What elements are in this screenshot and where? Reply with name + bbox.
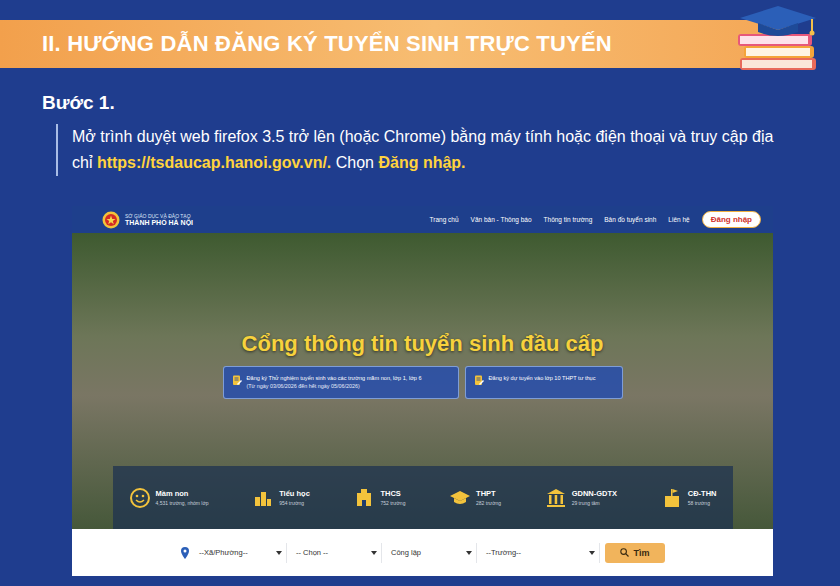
level-count: 282 trường — [476, 500, 501, 506]
nav-link[interactable]: Trang chủ — [430, 216, 459, 223]
site-logo[interactable]: SỞ GIÁO DỤC VÀ ĐÀO TẠOTHÀNH PHỐ HÀ NỘI — [102, 211, 193, 229]
nav-link[interactable]: Liên hệ — [668, 216, 689, 223]
step-text-part: Đăng nhập. — [378, 154, 465, 171]
card-title: Đăng ký Thử nghiệm tuyển sinh vào các tr… — [247, 375, 422, 383]
level-count: 29 trung tâm — [572, 500, 617, 506]
school-level[interactable]: Mầm non 4,531 trường, nhóm lớp — [129, 487, 209, 509]
level-name: THPT — [476, 489, 501, 498]
location-pin-icon — [180, 547, 190, 559]
document-icon — [474, 375, 484, 386]
level-count: 4,531 trường, nhóm lớp — [156, 500, 209, 506]
emblem-icon — [102, 211, 120, 229]
school-level-icon — [252, 487, 274, 509]
level-name: Tiểu học — [279, 489, 310, 498]
level-count: 954 trường — [279, 500, 310, 506]
magnifier-icon — [620, 548, 629, 557]
school-level-icon — [129, 487, 151, 509]
register-card[interactable]: Đăng ký dự tuyển vào lớp 10 THPT tư thục — [465, 366, 623, 399]
step-text-part: https://tsdaucap.hanoi.gov.vn/. — [97, 154, 331, 171]
register-card[interactable]: Đăng ký Thử nghiệm tuyển sinh vào các tr… — [223, 366, 459, 399]
step-title: Bước 1. — [42, 92, 840, 114]
login-button[interactable]: Đăng nhập — [702, 211, 761, 228]
search-button[interactable]: Tìm — [605, 543, 665, 563]
section-title: II. HƯỚNG DẪN ĐĂNG KÝ TUYỂN SINH TRỰC TU… — [42, 31, 612, 57]
dropdown-caret-icon — [466, 551, 472, 555]
search-select[interactable]: Công lập — [387, 543, 477, 563]
document-icon — [232, 375, 242, 386]
logo-line: SỞ GIÁO DỤC VÀ ĐÀO TẠO — [125, 213, 193, 219]
school-level[interactable]: THPT 282 trường — [449, 487, 501, 509]
search-select[interactable]: -- Chọn -- — [292, 543, 382, 563]
school-level-strip: Mầm non 4,531 trường, nhóm lớp Tiểu học 954… — [113, 466, 733, 529]
guide-slide: II. HƯỚNG DẪN ĐĂNG KÝ TUYỂN SINH TRỰC TU… — [0, 0, 840, 586]
step-text: Mở trình duyệt web firefox 3.5 trở lên (… — [56, 124, 784, 176]
level-count: 752 trường — [380, 500, 405, 506]
school-level-icon — [449, 487, 471, 509]
site-navbar: SỞ GIÁO DỤC VÀ ĐÀO TẠOTHÀNH PHỐ HÀ NỘI Tr… — [72, 206, 773, 233]
step-text-part: Chọn — [331, 154, 378, 171]
school-level-icon — [661, 487, 683, 509]
dropdown-caret-icon — [371, 551, 377, 555]
school-level[interactable]: THCS 752 trường — [353, 487, 405, 509]
level-count: 58 trường — [688, 500, 717, 506]
card-note: (Từ ngày 03/06/2026 đến hết ngày 05/06/2… — [247, 383, 422, 391]
level-name: Mầm non — [156, 489, 209, 498]
card-title: Đăng ký dự tuyển vào lớp 10 THPT tư thục — [489, 375, 596, 383]
level-name: CĐ-THN — [688, 489, 717, 498]
level-name: GDNN-GDTX — [572, 489, 617, 498]
school-level[interactable]: CĐ-THN 58 trường — [661, 487, 717, 509]
nav-link[interactable]: Thông tin trường — [544, 216, 593, 223]
dropdown-caret-icon — [276, 551, 282, 555]
school-level-icon — [353, 487, 375, 509]
search-select[interactable]: --Trường-- — [482, 543, 600, 563]
school-search-bar: --Xã/Phường---- Chọn --Công lập--Trường-… — [72, 529, 773, 576]
school-level[interactable]: GDNN-GDTX 29 trung tâm — [545, 487, 617, 509]
nav-link[interactable]: Văn bản - Thông báo — [471, 216, 532, 223]
hero-banner: Cổng thông tin tuyển sinh đầu cấp Đăng ký… — [72, 233, 773, 529]
school-level-icon — [545, 487, 567, 509]
hero-title: Cổng thông tin tuyển sinh đầu cấp — [242, 331, 604, 357]
school-level[interactable]: Tiểu học 954 trường — [252, 487, 310, 509]
level-name: THCS — [380, 489, 405, 498]
nav-link[interactable]: Bản đồ tuyển sinh — [604, 216, 656, 223]
graduation-books-icon — [732, 2, 824, 76]
website-screenshot: SỞ GIÁO DỤC VÀ ĐÀO TẠOTHÀNH PHỐ HÀ NỘI Tr… — [72, 206, 773, 576]
dropdown-caret-icon — [589, 551, 595, 555]
section-banner: II. HƯỚNG DẪN ĐĂNG KÝ TUYỂN SINH TRỰC TU… — [0, 20, 790, 68]
search-select[interactable]: --Xã/Phường-- — [195, 543, 287, 563]
logo-line: THÀNH PHỐ HÀ NỘI — [125, 219, 193, 226]
